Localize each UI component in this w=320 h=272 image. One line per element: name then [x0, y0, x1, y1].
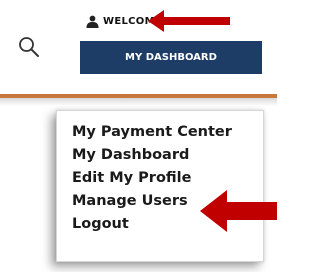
- my-dashboard-button[interactable]: MY DASHBOARD: [80, 41, 262, 74]
- search-icon[interactable]: [18, 36, 40, 58]
- menu-item-payment-center[interactable]: My Payment Center: [72, 121, 263, 144]
- menu-item-edit-profile[interactable]: Edit My Profile: [72, 167, 263, 190]
- arrow-annotation-manage-users: [200, 190, 277, 232]
- user-icon: [86, 15, 99, 28]
- menu-item-dashboard[interactable]: My Dashboard: [72, 144, 263, 167]
- page: WELCOME MY DASHBOARD My Payment Center M…: [0, 0, 277, 272]
- arrow-annotation-welcome: [148, 10, 230, 32]
- user-dropdown-menu: My Payment Center My Dashboard Edit My P…: [56, 110, 264, 262]
- header-divider-shadow: [0, 98, 277, 106]
